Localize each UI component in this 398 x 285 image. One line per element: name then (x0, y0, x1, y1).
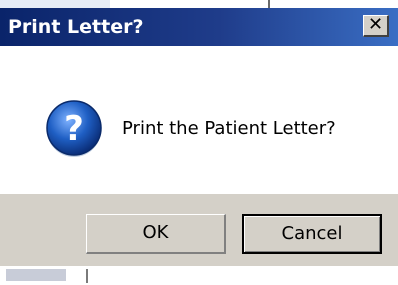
ok-button[interactable]: OK (86, 214, 226, 254)
svg-text:?: ? (64, 109, 84, 149)
dialog-content: ? Print the Patient Letter? (0, 46, 398, 194)
dialog-titlebar[interactable]: Print Letter? ✕ (0, 8, 398, 46)
background-text-fragment (6, 269, 66, 281)
dialog-message: Print the Patient Letter? (122, 118, 336, 139)
close-icon: ✕ (367, 14, 384, 35)
background-divider (86, 269, 88, 283)
print-letter-dialog: Print Letter? ✕ ? Print the Patient Lett… (0, 8, 398, 266)
dialog-title: Print Letter? (8, 16, 144, 38)
question-icon: ? (46, 100, 102, 157)
cancel-button[interactable]: Cancel (242, 214, 382, 254)
button-row: OK Cancel (0, 194, 398, 266)
close-button[interactable]: ✕ (363, 15, 389, 37)
background-divider (268, 0, 270, 8)
background-window-top (0, 0, 398, 8)
background-toolbar-fragment (0, 0, 110, 8)
background-window-bottom (0, 266, 398, 285)
